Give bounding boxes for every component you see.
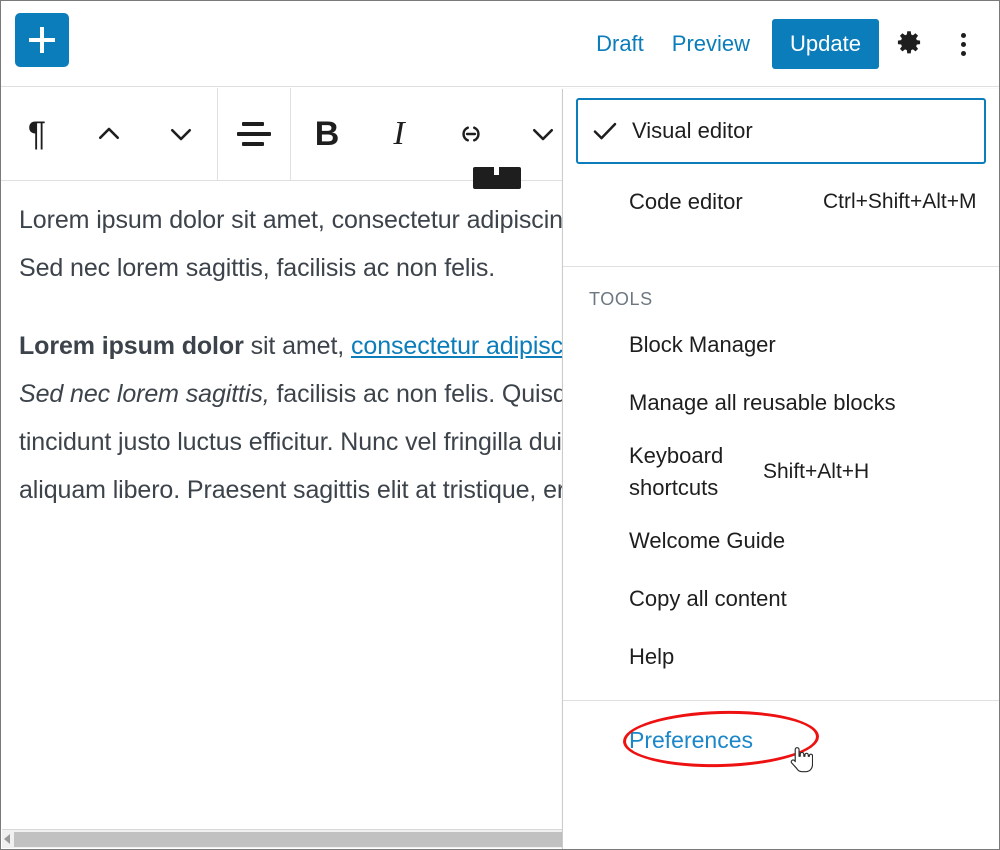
toolbar-tooltip: [473, 167, 521, 189]
text-run: sit amet,: [243, 332, 351, 360]
alignment-group: [218, 88, 290, 181]
block-type-group: ¶: [1, 88, 217, 181]
update-button[interactable]: Update: [772, 19, 879, 69]
chevron-down-icon: [170, 128, 192, 141]
editor-mode-section: Visual editor Code editor Ctrl+Shift+Alt…: [563, 89, 999, 266]
move-up-button[interactable]: [73, 88, 145, 181]
italic-label: I: [393, 115, 405, 152]
bold-label: B: [314, 114, 340, 153]
menu-item-keyboard-shortcuts[interactable]: Keyboard shortcuts Shift+Alt+H: [563, 432, 999, 512]
editor-header: Draft Preview Update: [1, 1, 999, 87]
bold-button[interactable]: B: [291, 88, 363, 181]
tools-section: Tools Block Manager Manage all reusable …: [563, 267, 999, 686]
text-format-group: B I: [291, 88, 579, 181]
menu-item-shortcut: Shift+Alt+H: [763, 460, 870, 483]
link-icon: [462, 126, 480, 142]
menu-item-code-editor[interactable]: Code editor Ctrl+Shift+Alt+M: [563, 173, 999, 231]
check-icon: [593, 122, 617, 140]
save-draft-button[interactable]: Draft: [582, 23, 658, 65]
paragraph-icon: ¶: [27, 115, 47, 153]
more-options-button[interactable]: [939, 20, 987, 68]
text-run-italic: Sed nec lorem sagittis,: [19, 380, 270, 408]
menu-item-label: Manage all reusable blocks: [629, 390, 896, 415]
menu-item-label: Code editor: [629, 189, 743, 214]
kebab-menu-icon: [960, 32, 966, 56]
align-center-icon: [237, 122, 271, 146]
scrollbar-thumb[interactable]: [14, 832, 567, 847]
italic-button[interactable]: I: [363, 88, 435, 181]
preferences-section: Preferences: [563, 701, 999, 793]
menu-item-label: Help: [629, 644, 675, 669]
text-run-bold: Lorem ipsum dolor: [19, 332, 244, 360]
menu-item-label: Keyboard shortcuts: [629, 443, 724, 500]
menu-item-copy-all-content[interactable]: Copy all content: [563, 570, 999, 628]
menu-item-label: Block Manager: [629, 332, 776, 357]
chevron-up-icon: [98, 127, 120, 140]
menu-item-manage-reusable-blocks[interactable]: Manage all reusable blocks: [563, 374, 999, 432]
pointer-cursor-icon: [790, 747, 813, 773]
check-icon-wrap: [578, 116, 632, 146]
menu-item-welcome-guide[interactable]: Welcome Guide: [563, 512, 999, 570]
menu-item-preferences[interactable]: Preferences: [629, 727, 753, 754]
scroll-left-arrow-icon[interactable]: [4, 834, 10, 844]
align-button[interactable]: [218, 88, 290, 181]
menu-item-label: Visual editor: [632, 118, 753, 143]
menu-item-help[interactable]: Help: [563, 628, 999, 686]
menu-item-shortcut: Ctrl+Shift+Alt+M: [823, 190, 977, 213]
block-inserter-button[interactable]: [15, 13, 69, 67]
block-type-button[interactable]: ¶: [1, 88, 73, 181]
menu-item-block-manager[interactable]: Block Manager: [563, 316, 999, 374]
menu-item-visual-editor[interactable]: Visual editor: [576, 98, 986, 164]
wordpress-block-editor: Draft Preview Update ¶ B I Lorem ipsum d…: [0, 0, 1000, 850]
tools-section-heading: Tools: [589, 289, 653, 309]
menu-item-label: Welcome Guide: [629, 528, 786, 553]
header-actions: Draft Preview Update: [582, 1, 987, 87]
menu-item-label: Copy all content: [629, 586, 787, 611]
chevron-down-icon: [532, 128, 554, 141]
settings-button[interactable]: [885, 20, 933, 68]
move-down-button[interactable]: [145, 88, 217, 181]
gear-icon: [897, 31, 921, 54]
options-dropdown-menu: Visual editor Code editor Ctrl+Shift+Alt…: [562, 89, 999, 849]
preview-button[interactable]: Preview: [658, 23, 764, 65]
